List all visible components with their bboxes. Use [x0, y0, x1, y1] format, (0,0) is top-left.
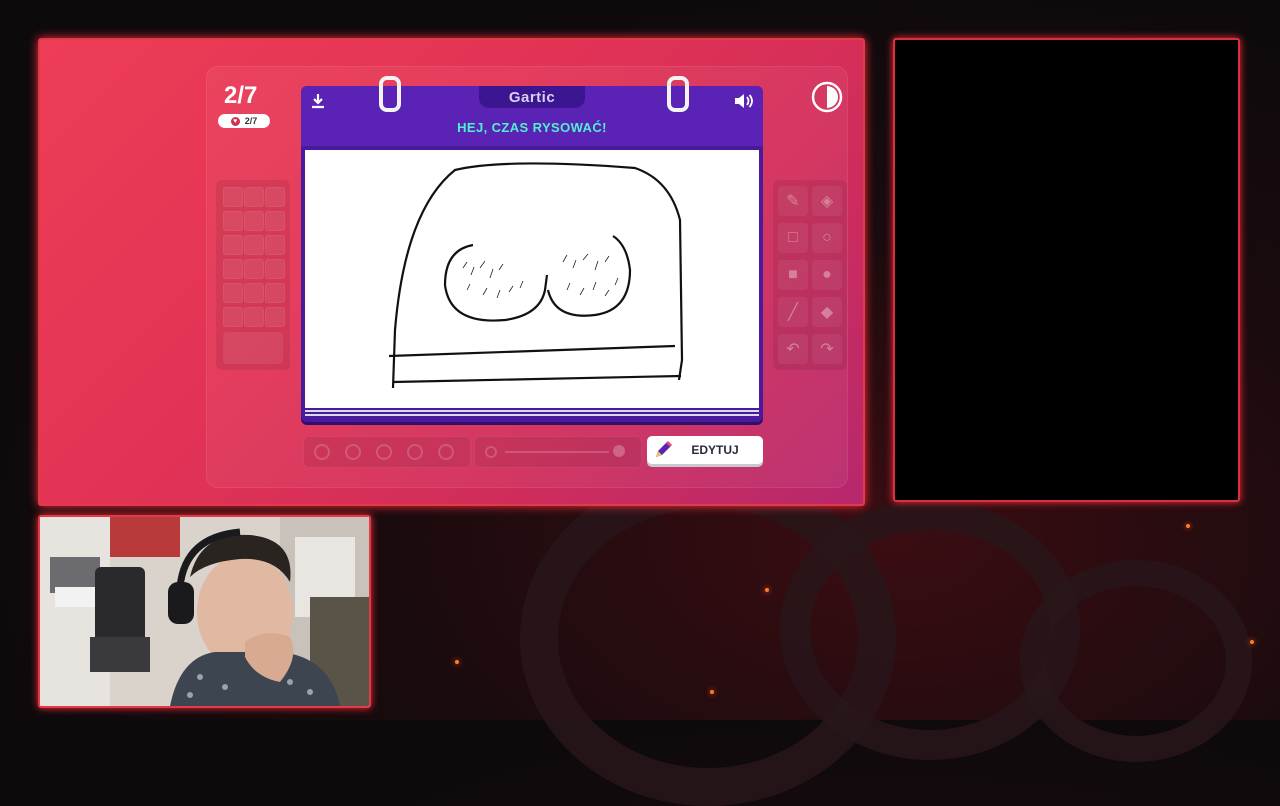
color-swatch[interactable]: [244, 259, 264, 279]
color-swatch[interactable]: [265, 235, 285, 255]
ember: [765, 588, 769, 592]
webcam-image: [40, 517, 369, 706]
heart-icon: ♥: [230, 116, 240, 126]
color-swatch[interactable]: [223, 259, 243, 279]
paper-edge: [305, 414, 759, 416]
webcam-overlay: [38, 515, 371, 708]
color-swatch[interactable]: [265, 307, 285, 327]
brush-size-bar: [303, 436, 471, 468]
brush-size-option[interactable]: [407, 444, 423, 460]
custom-color-swatch[interactable]: [223, 332, 283, 364]
opacity-slider[interactable]: [474, 436, 642, 468]
color-swatch[interactable]: [244, 211, 264, 231]
edit-button-label: EDYTUJ: [691, 443, 739, 457]
line-icon[interactable]: ╱: [778, 297, 808, 327]
binder-ring: [667, 76, 689, 112]
color-swatch[interactable]: [223, 307, 243, 327]
drawing-strokes: [388, 162, 684, 389]
brush-size-option[interactable]: [314, 444, 330, 460]
tool-panel: ✎ ◈ □ ○ ■ ● ╱ ◆ ↶ ↷: [773, 180, 847, 370]
drawing-canvas[interactable]: [305, 150, 759, 408]
drawing-card: Gartic HEJ, CZAS RYSOWAĆ!: [301, 76, 763, 422]
circle-filled-icon[interactable]: ●: [812, 260, 842, 290]
speaker-icon[interactable]: [733, 92, 755, 115]
redo-icon[interactable]: ↷: [812, 334, 842, 364]
square-filled-icon[interactable]: ■: [778, 260, 808, 290]
slider-start: [485, 446, 497, 458]
ember: [710, 690, 714, 694]
color-swatch[interactable]: [265, 259, 285, 279]
fill-bucket-icon[interactable]: ◆: [812, 297, 842, 327]
contrast-icon[interactable]: [811, 81, 843, 113]
ember: [1250, 640, 1254, 644]
slider-handle[interactable]: [613, 445, 625, 457]
game-window: 2/7 ♥ 2/7 ✎ ◈ □ ○ ■ ● ╱ ◆ ↶ ↷ Gartic HEJ…: [38, 38, 865, 506]
brush-size-option[interactable]: [376, 444, 392, 460]
side-panel: [893, 38, 1240, 502]
paper-edge: [305, 410, 759, 412]
brush-size-option[interactable]: [345, 444, 361, 460]
edit-button[interactable]: EDYTUJ: [647, 436, 763, 464]
pencil-icon: [656, 440, 673, 457]
binder-ring: [379, 76, 401, 112]
ember: [455, 660, 459, 664]
color-swatch[interactable]: [244, 283, 264, 303]
round-badge: ♥ 2/7: [218, 114, 270, 128]
pencil-icon[interactable]: ✎: [778, 186, 808, 216]
color-swatch[interactable]: [265, 187, 285, 207]
color-swatch[interactable]: [244, 235, 264, 255]
undo-icon[interactable]: ↶: [778, 334, 808, 364]
square-outline-icon[interactable]: □: [778, 223, 808, 253]
round-counter: 2/7: [224, 82, 258, 109]
color-swatch[interactable]: [244, 187, 264, 207]
color-swatch[interactable]: [265, 283, 285, 303]
color-swatch[interactable]: [223, 211, 243, 231]
color-swatch[interactable]: [223, 283, 243, 303]
round-badge-label: 2/7: [244, 116, 258, 126]
slider-track: [505, 451, 609, 453]
brush-size-option[interactable]: [438, 444, 454, 460]
gartic-logo: Gartic: [479, 86, 585, 108]
color-swatch[interactable]: [244, 307, 264, 327]
color-swatch[interactable]: [223, 187, 243, 207]
prompt-text: HEJ, CZAS RYSOWAĆ!: [457, 120, 607, 135]
circle-outline-icon[interactable]: ○: [812, 223, 842, 253]
color-swatch[interactable]: [223, 235, 243, 255]
color-swatch[interactable]: [265, 211, 285, 231]
eraser-icon[interactable]: ◈: [812, 186, 842, 216]
background-swirl: [1020, 560, 1252, 762]
color-palette: [216, 180, 290, 370]
ember: [1186, 524, 1190, 528]
download-icon[interactable]: [309, 92, 327, 115]
